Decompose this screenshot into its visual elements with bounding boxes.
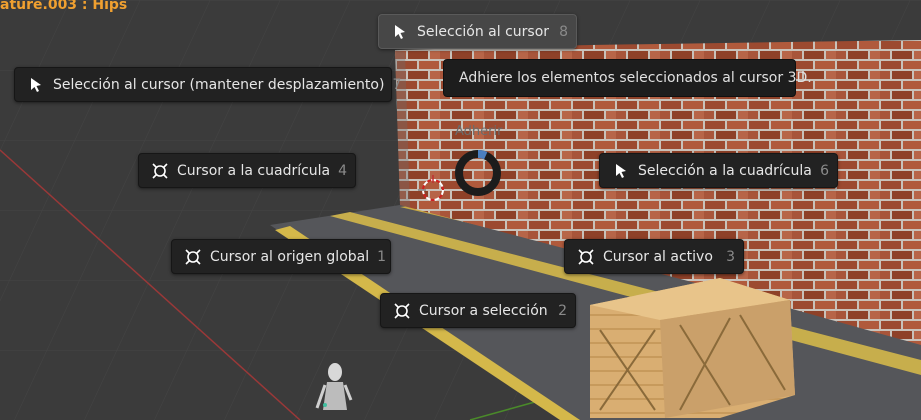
cursor-arrow-icon xyxy=(389,21,411,43)
3d-viewport[interactable]: ature.003 : Hips Adherir Selección al cu… xyxy=(0,0,921,420)
3d-cursor-icon xyxy=(391,300,413,322)
pie-item-selection-to-cursor[interactable]: Selección al cursor 8 xyxy=(378,14,577,49)
pie-item-shortcut: 4 xyxy=(338,162,348,179)
pie-item-cursor-to-world-origin[interactable]: Cursor al origen global 1 xyxy=(171,239,391,274)
3d-cursor-icon xyxy=(149,160,171,182)
tooltip-text: Adhiere los elementos seleccionados al c… xyxy=(459,70,812,86)
pie-item-selection-to-grid[interactable]: Selección a la cuadrícula 6 xyxy=(599,153,838,188)
pie-item-shortcut: 7 xyxy=(392,76,402,93)
pie-item-label: Selección al cursor (mantener desplazami… xyxy=(53,76,385,93)
pie-item-shortcut: 6 xyxy=(820,162,829,179)
pie-item-label: Selección a la cuadrícula xyxy=(638,162,812,179)
pie-item-label: Cursor a selección xyxy=(419,302,548,319)
pie-item-selection-to-cursor-keep-offset[interactable]: Selección al cursor (mantener desplazami… xyxy=(14,67,401,102)
3d-cursor-icon xyxy=(182,246,204,268)
pie-item-label: Cursor al origen global xyxy=(210,248,370,265)
pie-item-cursor-to-active[interactable]: Cursor al activo 3 xyxy=(564,239,744,274)
pie-item-shortcut: 1 xyxy=(377,248,387,265)
pie-menu-title: Adherir xyxy=(455,124,503,139)
3d-cursor-icon xyxy=(575,246,597,268)
pie-item-shortcut: 2 xyxy=(558,302,567,319)
tooltip: Adhiere los elementos seleccionados al c… xyxy=(443,59,812,97)
pie-item-label: Cursor al activo xyxy=(603,248,713,265)
pie-item-shortcut: 8 xyxy=(559,23,568,40)
pie-item-cursor-to-grid[interactable]: Cursor a la cuadrícula 4 xyxy=(138,153,356,188)
pie-item-cursor-to-selected[interactable]: Cursor a selección 2 xyxy=(380,293,576,328)
pie-item-shortcut: 3 xyxy=(726,248,735,265)
pie-item-label: Selección al cursor xyxy=(417,23,550,40)
active-object-label: ature.003 : Hips xyxy=(0,0,128,13)
pie-direction-indicator xyxy=(455,150,501,196)
pie-item-label: Cursor a la cuadrícula xyxy=(177,162,331,179)
cursor-arrow-icon xyxy=(610,160,632,182)
cursor-arrow-icon xyxy=(25,74,47,96)
